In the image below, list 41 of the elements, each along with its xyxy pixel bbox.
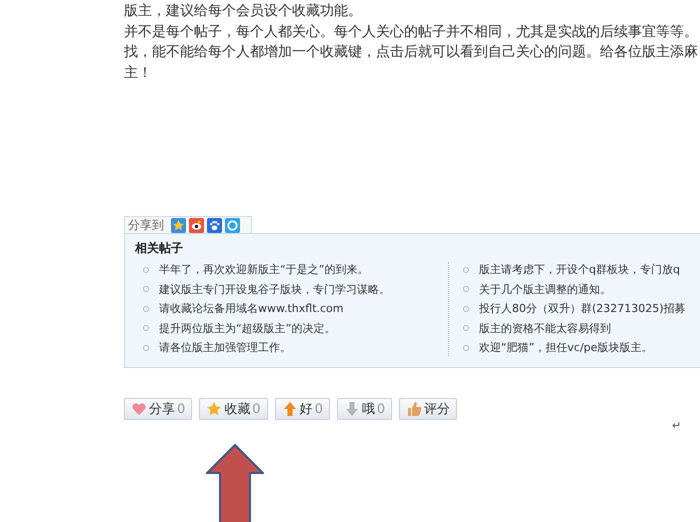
bullet-icon xyxy=(143,286,149,292)
action-button[interactable]: 好 0 xyxy=(274,398,330,420)
down-arrow-icon xyxy=(344,401,360,417)
circle-logo-icon[interactable] xyxy=(225,218,240,232)
bullet-icon xyxy=(143,266,149,273)
action-button[interactable]: 分享 0 xyxy=(124,398,192,420)
related-post-link[interactable]: 关于几个版主调整的通知。 xyxy=(479,282,611,297)
related-post-link[interactable]: 请收藏论坛备用域名www.thxflt.com xyxy=(159,301,344,316)
related-post-link[interactable]: 投行人80分（双升）群(232713025)招募 xyxy=(479,301,686,316)
bullet-icon xyxy=(463,325,469,332)
action-button[interactable]: 评分 xyxy=(399,398,458,420)
thumbs-up-icon xyxy=(406,401,422,417)
bullet-icon xyxy=(143,325,149,332)
related-post-link[interactable]: 提升两位版主为“超级版主”的决定。 xyxy=(159,320,336,336)
action-button[interactable]: 哦 0 xyxy=(336,398,392,420)
related-post-link[interactable]: 建议版主专门开设鬼谷子版块，专门学习谋略。 xyxy=(159,282,390,297)
bullet-icon xyxy=(463,266,469,273)
share-label: 分享到 xyxy=(128,216,164,234)
related-post-link[interactable]: 半年了，再次欢迎新版主“于是之”的到来。 xyxy=(159,262,368,278)
return-mark: ↵ xyxy=(672,419,682,432)
related-post-link[interactable]: 版主的资格不能太容易得到 xyxy=(479,320,611,336)
post-text-line: 找，能不能给每个人都增加一个收藏键，点击后就可以看到自己关心的问题。给各位版主添麻 xyxy=(124,43,698,62)
heart-icon xyxy=(131,401,147,417)
star-icon[interactable] xyxy=(171,218,186,232)
related-post-link[interactable]: 版主请考虑下，开设个q群板块，专门放q xyxy=(479,262,680,278)
bullet-icon xyxy=(463,344,469,351)
post-text-line: 主！ xyxy=(124,64,152,82)
up-arrow-icon xyxy=(282,401,298,417)
related-post-link[interactable]: 欢迎“肥猫”，担任vc/pe版块版主。 xyxy=(479,340,652,356)
post-text-line: 并不是每个帖子，每个人都关心。每个人关心的帖子并不相同，尤其是实战的后续事宜等等。 xyxy=(124,22,698,42)
bullet-icon xyxy=(143,306,149,312)
bullet-icon xyxy=(143,344,149,351)
related-post-link[interactable]: 请各位版主加强管理工作。 xyxy=(159,340,291,356)
panel-title: 相关帖子 xyxy=(135,240,184,257)
bullet-icon xyxy=(463,306,469,312)
paw-icon[interactable] xyxy=(207,218,222,232)
post-text-line: 版主，建议给每个会员设个收藏功能。 xyxy=(124,2,362,21)
action-button[interactable]: 收藏 0 xyxy=(199,398,268,420)
star-icon xyxy=(206,401,222,417)
eye-icon[interactable] xyxy=(189,218,204,232)
bullet-icon xyxy=(463,286,469,292)
